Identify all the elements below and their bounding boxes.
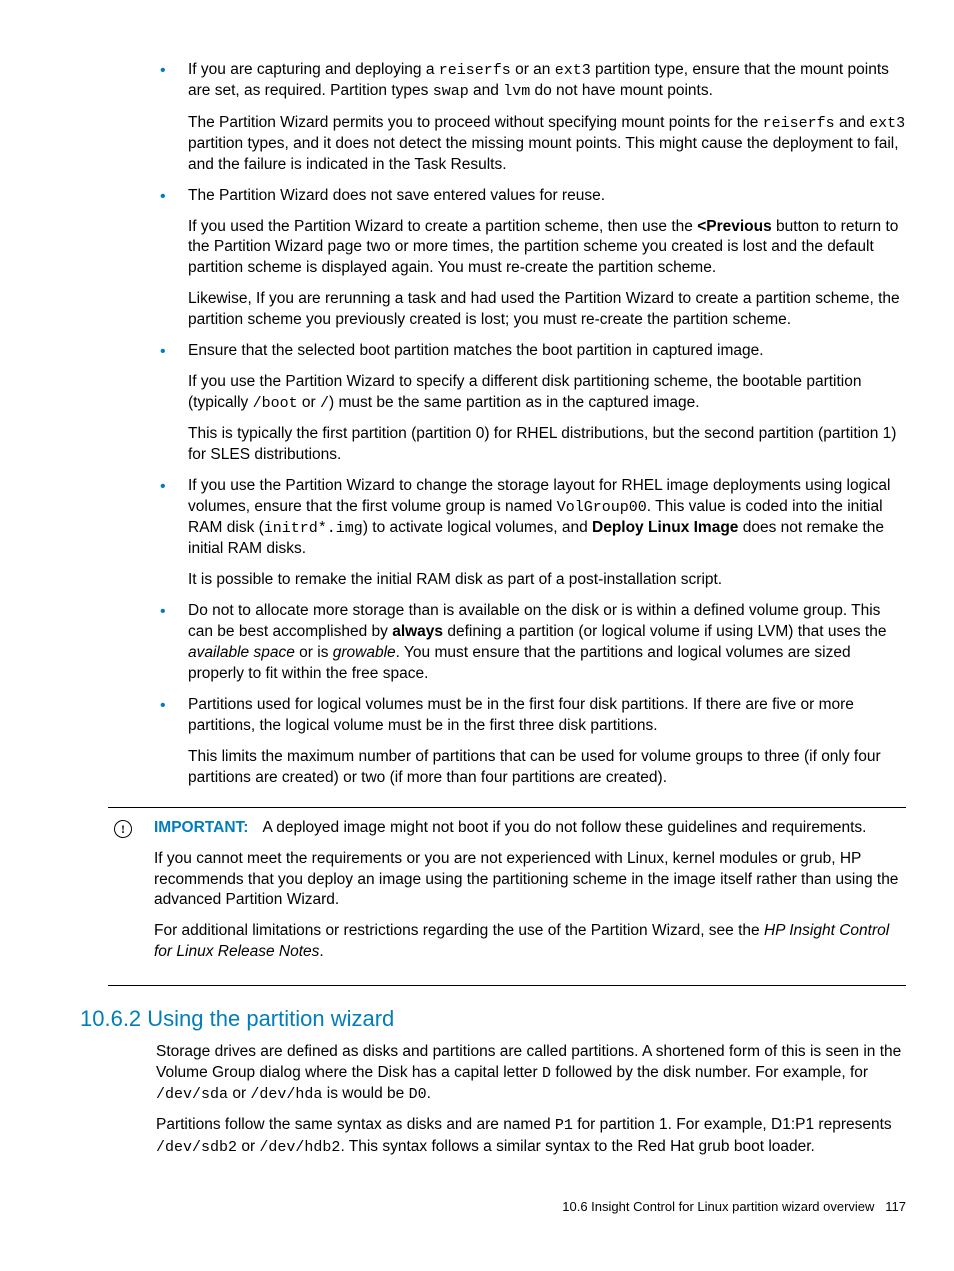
- text-run: It is possible to remake the initial RAM…: [188, 571, 722, 588]
- text-run: always: [392, 623, 443, 640]
- text-run: A deployed image might not boot if you d…: [262, 819, 866, 836]
- paragraph: This is typically the first partition (p…: [188, 424, 906, 466]
- text-run: .: [319, 943, 323, 960]
- paragraph: If you use the Partition Wizard to speci…: [188, 372, 906, 414]
- text-run: is would be: [322, 1085, 408, 1102]
- footer-section-ref: 10.6 Insight Control for Linux partition…: [562, 1199, 874, 1214]
- text-run: /dev/sdb2: [156, 1139, 237, 1156]
- text-run: If you cannot meet the requirements or y…: [154, 850, 898, 909]
- text-run: Partitions follow the same syntax as dis…: [156, 1116, 555, 1133]
- section-body: Storage drives are defined as disks and …: [80, 1042, 906, 1158]
- paragraph: The Partition Wizard permits you to proc…: [188, 113, 906, 176]
- bullet-list: If you are capturing and deploying a rei…: [80, 60, 906, 789]
- text-run: available space: [188, 644, 295, 661]
- text-run: If you are capturing and deploying a: [188, 61, 439, 78]
- text-run: If you used the Partition Wizard to crea…: [188, 218, 697, 235]
- paragraph: It is possible to remake the initial RAM…: [188, 570, 906, 591]
- list-item: Do not to allocate more storage than is …: [80, 601, 906, 685]
- text-run: Deploy Linux Image: [592, 519, 738, 536]
- text-run: . This syntax follows a similar syntax t…: [340, 1138, 814, 1155]
- list-item: If you are capturing and deploying a rei…: [80, 60, 906, 176]
- text-run: The Partition Wizard does not save enter…: [188, 187, 605, 204]
- text-run: /dev/hda: [250, 1086, 322, 1103]
- text-run: and: [835, 114, 869, 131]
- text-run: reiserfs: [439, 62, 511, 79]
- text-run: growable: [333, 644, 396, 661]
- paragraph: Partitions follow the same syntax as dis…: [156, 1115, 906, 1158]
- text-run: or: [298, 394, 320, 411]
- text-run: or an: [511, 61, 555, 78]
- text-run: or: [228, 1085, 250, 1102]
- text-run: Ensure that the selected boot partition …: [188, 342, 764, 359]
- text-run: ) to activate logical volumes, and: [363, 519, 592, 536]
- paragraph: For additional limitations or restrictio…: [154, 921, 906, 963]
- paragraph: Likewise, If you are rerunning a task an…: [188, 289, 906, 331]
- footer-page-number: 117: [885, 1199, 906, 1214]
- paragraph: Do not to allocate more storage than is …: [188, 601, 906, 685]
- text-run: ext3: [555, 62, 591, 79]
- paragraph: This limits the maximum number of partit…: [188, 747, 906, 789]
- text-run: Partitions used for logical volumes must…: [188, 696, 854, 734]
- text-run: /dev/hdb2: [259, 1139, 340, 1156]
- paragraph: Partitions used for logical volumes must…: [188, 695, 906, 737]
- paragraph: If you are capturing and deploying a rei…: [188, 60, 906, 103]
- text-run: D: [542, 1065, 551, 1082]
- section-heading: 10.6.2 Using the partition wizard: [80, 1004, 906, 1034]
- list-item: Ensure that the selected boot partition …: [80, 341, 906, 466]
- page-footer: 10.6 Insight Control for Linux partition…: [80, 1198, 906, 1216]
- list-item: The Partition Wizard does not save enter…: [80, 186, 906, 332]
- text-run: The Partition Wizard permits you to proc…: [188, 114, 763, 131]
- text-run: or is: [295, 644, 333, 661]
- list-item: Partitions used for logical volumes must…: [80, 695, 906, 789]
- text-run: partition types, and it does not detect …: [188, 135, 899, 173]
- text-run: This limits the maximum number of partit…: [188, 748, 881, 786]
- paragraph: IMPORTANT: A deployed image might not boo…: [154, 818, 906, 839]
- text-run: reiserfs: [763, 115, 835, 132]
- important-callout: ! IMPORTANT: A deployed image might not b…: [108, 807, 906, 987]
- text-run: /: [320, 395, 329, 412]
- text-run: for partition 1. For example, D1:P1 repr…: [573, 1116, 892, 1133]
- paragraph: Ensure that the selected boot partition …: [188, 341, 906, 362]
- list-item: If you use the Partition Wizard to chang…: [80, 476, 906, 591]
- text-run: or: [237, 1138, 259, 1155]
- text-run: ) must be the same partition as in the c…: [329, 394, 699, 411]
- text-run: swap: [433, 83, 469, 100]
- text-run: Likewise, If you are rerunning a task an…: [188, 290, 900, 328]
- paragraph: If you used the Partition Wizard to crea…: [188, 217, 906, 280]
- text-run: ext3: [869, 115, 905, 132]
- text-run: initrd*.img: [264, 520, 363, 537]
- text-run: followed by the disk number. For example…: [551, 1064, 868, 1081]
- text-run: <Previous: [697, 218, 772, 235]
- paragraph: The Partition Wizard does not save enter…: [188, 186, 906, 207]
- text-run: For additional limitations or restrictio…: [154, 922, 764, 939]
- text-run: and: [469, 82, 503, 99]
- important-label: IMPORTANT:: [154, 819, 248, 836]
- text-run: /boot: [253, 395, 298, 412]
- text-run: D0: [409, 1086, 427, 1103]
- important-icon: !: [114, 820, 132, 838]
- text-run: VolGroup00: [557, 499, 647, 516]
- paragraph: Storage drives are defined as disks and …: [156, 1042, 906, 1105]
- text-run: defining a partition (or logical volume …: [443, 623, 886, 640]
- text-run: P1: [555, 1117, 573, 1134]
- text-run: lvm: [503, 83, 530, 100]
- text-run: This is typically the first partition (p…: [188, 425, 896, 463]
- text-run: do not have mount points.: [530, 82, 713, 99]
- text-run: .: [427, 1085, 431, 1102]
- text-run: /dev/sda: [156, 1086, 228, 1103]
- paragraph: If you use the Partition Wizard to chang…: [188, 476, 906, 560]
- paragraph: If you cannot meet the requirements or y…: [154, 849, 906, 912]
